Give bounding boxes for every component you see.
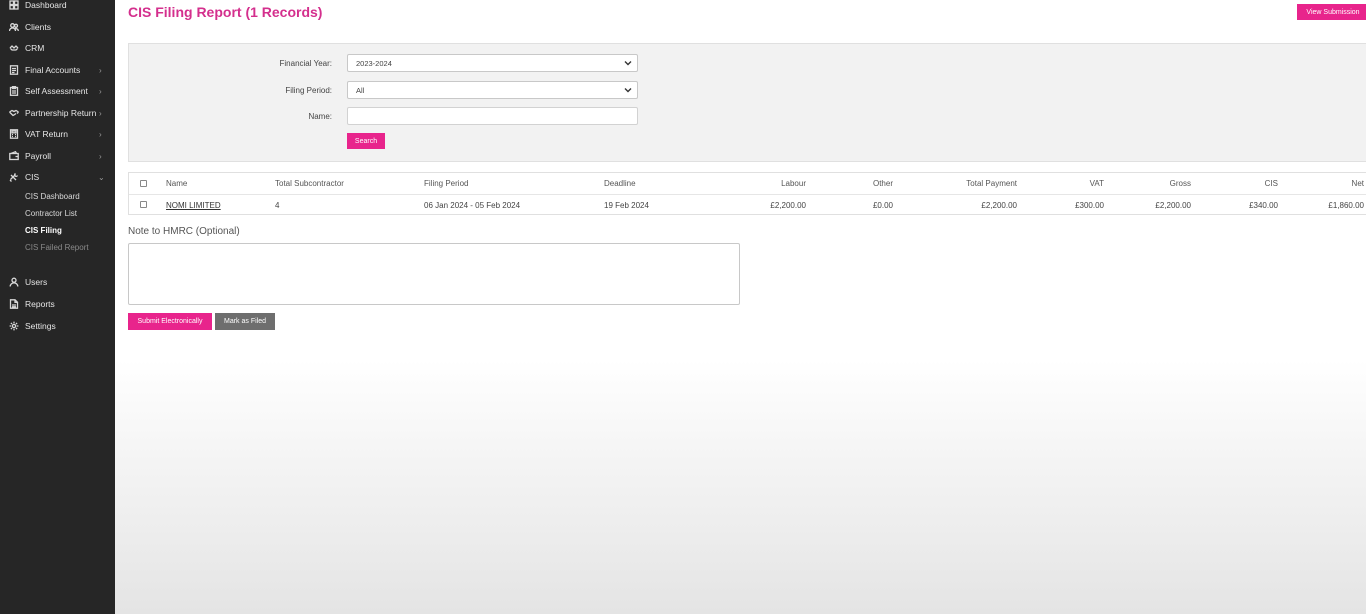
sidebar-item-label: Settings — [25, 321, 56, 331]
clipboard-icon — [9, 86, 19, 96]
column-header-total-payment[interactable]: Total Payment — [966, 179, 1017, 188]
row-total-payment: £2,200.00 — [981, 201, 1017, 210]
sidebar-item-label: Partnership Return — [25, 108, 97, 118]
sidebar-item-clients[interactable]: Clients — [0, 18, 115, 36]
financial-year-value: 2023-2024 — [356, 58, 392, 68]
chevron-right-icon: › — [99, 129, 102, 139]
column-header-labour[interactable]: Labour — [781, 179, 806, 188]
sidebar: Dashboard Clients CRM Final Accounts › S… — [0, 0, 115, 614]
column-header-total-subcontractor[interactable]: Total Subcontractor — [275, 179, 344, 188]
row-cis: £340.00 — [1249, 201, 1278, 210]
financial-year-label: Financial Year: — [279, 59, 332, 68]
name-label: Name: — [308, 112, 332, 121]
sidebar-item-final-accounts[interactable]: Final Accounts › — [0, 61, 115, 79]
user-icon — [9, 277, 19, 287]
search-button[interactable]: Search — [347, 133, 385, 149]
client-name[interactable]: NOMI LIMITED — [166, 201, 221, 210]
chevron-down-icon — [624, 88, 632, 93]
sidebar-subitem-cis-filing[interactable]: CIS Filing — [25, 226, 62, 235]
sidebar-item-reports[interactable]: Reports — [0, 295, 115, 313]
crm-icon — [9, 43, 19, 53]
sidebar-item-cis[interactable]: CIS ⌄ — [0, 168, 115, 186]
sidebar-item-partnership-return[interactable]: Partnership Return › — [0, 104, 115, 122]
filing-period-value: All — [356, 85, 365, 95]
column-header-other[interactable]: Other — [873, 179, 893, 188]
sidebar-item-crm[interactable]: CRM — [0, 39, 115, 57]
row-labour: £2,200.00 — [770, 201, 806, 210]
wallet-icon — [9, 151, 19, 161]
view-submission-button[interactable]: View Submission — [1297, 4, 1366, 20]
chevron-right-icon: › — [99, 151, 102, 161]
sidebar-item-label: CIS — [25, 172, 40, 182]
sidebar-item-label: Users — [25, 277, 48, 287]
select-all-checkbox[interactable] — [140, 180, 147, 187]
submit-electronically-button[interactable]: Submit Electronically — [128, 313, 212, 330]
name-input[interactable] — [347, 107, 638, 125]
row-filing-period: 06 Jan 2024 - 05 Feb 2024 — [424, 201, 521, 210]
column-header-net[interactable]: Net — [1352, 179, 1364, 188]
users-icon — [9, 22, 19, 32]
sidebar-item-label: Self Assessment — [25, 86, 88, 96]
chevron-down-icon: ⌄ — [98, 172, 105, 182]
sidebar-item-label: Reports — [25, 299, 55, 309]
row-vat: £300.00 — [1075, 201, 1104, 210]
row-name-link[interactable]: NOMI LIMITED — [166, 201, 221, 210]
sidebar-item-vat-return[interactable]: VAT Return › — [0, 125, 115, 143]
row-deadline: 19 Feb 2024 — [604, 201, 649, 210]
row-other: £0.00 — [872, 201, 893, 210]
calculator-icon — [9, 129, 19, 139]
gear-icon — [9, 321, 19, 331]
column-header-gross[interactable]: Gross — [1170, 179, 1191, 188]
note-textarea[interactable] — [128, 243, 740, 305]
sidebar-item-label: CRM — [25, 43, 45, 53]
filing-period-label: Filing Period: — [285, 86, 332, 95]
sidebar-subitem-cis-failed-report[interactable]: CIS Failed Report — [25, 243, 89, 252]
row-divider — [129, 194, 1366, 195]
row-checkbox[interactable] — [140, 201, 147, 208]
sidebar-subitem-contractor-list[interactable]: Contractor List — [25, 209, 77, 218]
sidebar-item-label: Clients — [25, 22, 51, 32]
filing-table: Name Total Subcontractor Filing Period D… — [128, 172, 1366, 215]
sidebar-item-label: Payroll — [25, 151, 51, 161]
sidebar-item-label: VAT Return — [25, 129, 68, 139]
column-header-name[interactable]: Name — [166, 179, 187, 188]
column-header-cis[interactable]: CIS — [1265, 179, 1278, 188]
page-title: CIS Filing Report (1 Records) — [128, 4, 323, 20]
filing-period-select[interactable]: All — [347, 81, 638, 99]
dashboard-icon — [9, 0, 19, 10]
sidebar-item-label: Final Accounts — [25, 65, 81, 75]
row-gross: £2,200.00 — [1155, 201, 1191, 210]
sidebar-subitem-cis-dashboard[interactable]: CIS Dashboard — [25, 192, 80, 201]
sidebar-item-dashboard[interactable]: Dashboard — [0, 0, 115, 14]
chevron-right-icon: › — [99, 86, 102, 96]
note-label: Note to HMRC (Optional) — [128, 226, 240, 237]
chevron-down-icon — [624, 61, 632, 66]
mark-as-filed-button[interactable]: Mark as Filed — [215, 313, 275, 330]
sidebar-item-settings[interactable]: Settings — [0, 317, 115, 335]
sidebar-item-payroll[interactable]: Payroll › — [0, 147, 115, 165]
sidebar-item-self-assessment[interactable]: Self Assessment › — [0, 82, 115, 100]
chevron-right-icon: › — [99, 108, 102, 118]
filter-panel: Financial Year: 2023-2024 Filing Period:… — [128, 43, 1366, 162]
financial-year-select[interactable]: 2023-2024 — [347, 54, 638, 72]
column-header-deadline[interactable]: Deadline — [604, 179, 636, 188]
sidebar-item-users[interactable]: Users — [0, 273, 115, 291]
main-content: CIS Filing Report (1 Records) View Submi… — [115, 0, 1366, 614]
column-header-vat[interactable]: VAT — [1090, 179, 1104, 188]
handshake-icon — [9, 108, 19, 118]
document-icon — [9, 65, 19, 75]
sidebar-item-label: Dashboard — [25, 0, 67, 10]
chevron-right-icon: › — [99, 65, 102, 75]
report-icon — [9, 299, 19, 309]
tools-icon — [9, 172, 19, 182]
row-net: £1,860.00 — [1328, 201, 1364, 210]
row-total-subcontractor: 4 — [275, 201, 280, 210]
column-header-filing-period[interactable]: Filing Period — [424, 179, 468, 188]
